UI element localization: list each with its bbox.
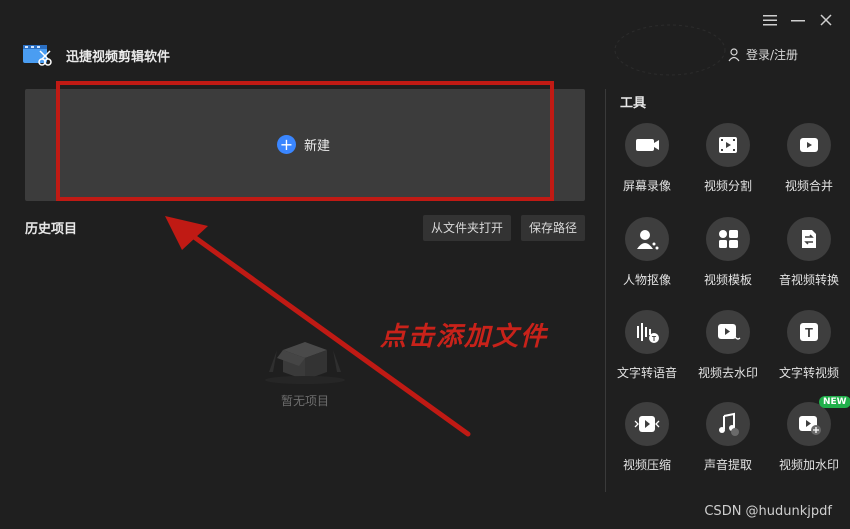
tools-title: 工具 (620, 96, 647, 111)
tool-label: 声音提取 (703, 458, 752, 472)
tool-video-compress[interactable]: 视频压缩 (607, 402, 687, 473)
person-cutout-icon (625, 217, 669, 261)
app-logo-icon (22, 42, 52, 68)
video-split-icon (706, 123, 750, 167)
new-badge: NEW (819, 396, 850, 408)
video-merge-icon (787, 123, 831, 167)
tool-label: 文字转视频 (778, 366, 839, 380)
text-to-video-icon: T (787, 310, 831, 354)
minimize-icon[interactable] (790, 12, 806, 28)
login-label: 登录/注册 (746, 48, 799, 62)
svg-text:T: T (652, 336, 657, 343)
tool-label: 视频分割 (703, 179, 752, 193)
login-button[interactable]: 登录/注册 (728, 46, 798, 63)
text-to-speech-icon: T (625, 310, 669, 354)
av-convert-icon (787, 217, 831, 261)
brand: 迅捷视频剪辑软件 (22, 42, 170, 68)
add-watermark-icon (787, 402, 831, 446)
decorative-ring (614, 24, 726, 76)
history-title: 历史项目 (25, 222, 78, 237)
annotation-text: 点击添加文件 (380, 322, 549, 352)
save-path-button[interactable]: 保存路径 (521, 215, 586, 241)
screen-record-icon (625, 123, 669, 167)
user-icon (728, 47, 740, 61)
empty-state: 暂无项目 (255, 328, 355, 408)
panel-divider (605, 89, 606, 492)
tool-add-watermark[interactable]: NEW 视频加水印 (769, 396, 850, 473)
tool-label: 视频模板 (703, 273, 752, 287)
empty-text: 暂无项目 (280, 394, 329, 408)
plus-icon: + (277, 135, 296, 154)
tool-label: 人物抠像 (622, 273, 671, 287)
tool-remove-watermark[interactable]: 视频去水印 (688, 310, 768, 381)
hamburger-icon[interactable] (762, 12, 778, 28)
video-compress-icon (625, 402, 669, 446)
svg-text:T: T (805, 325, 813, 340)
video-template-icon (706, 217, 750, 261)
tool-screen-record[interactable]: 屏幕录像 (607, 123, 687, 194)
window-controls (762, 12, 834, 28)
tool-label: 文字转语音 (616, 366, 677, 380)
tool-label: 视频加水印 (778, 458, 839, 472)
tool-person-cutout[interactable]: 人物抠像 (607, 217, 687, 288)
app-title: 迅捷视频剪辑软件 (66, 49, 171, 65)
tool-label: 视频压缩 (622, 458, 671, 472)
open-from-folder-button[interactable]: 从文件夹打开 (423, 215, 512, 241)
tool-video-split[interactable]: 视频分割 (688, 123, 768, 194)
tool-text-to-video[interactable]: T 文字转视频 (769, 310, 849, 381)
tool-label: 屏幕录像 (622, 179, 671, 193)
tool-label: 视频去水印 (697, 366, 758, 380)
new-project-button[interactable]: + 新建 (277, 135, 330, 154)
tool-text-to-speech[interactable]: T 文字转语音 (607, 310, 687, 381)
new-project-label: 新建 (304, 139, 331, 154)
tool-label: 音视频转换 (778, 273, 839, 287)
tool-video-template[interactable]: 视频模板 (688, 217, 768, 288)
tool-av-convert[interactable]: 音视频转换 (769, 217, 849, 288)
empty-box-icon (265, 342, 345, 384)
tool-video-merge[interactable]: 视频合并 (769, 123, 849, 194)
tool-label: 视频合并 (784, 179, 833, 193)
watermark-text: CSDN @hudunkjpdf (704, 504, 832, 519)
close-icon[interactable] (818, 12, 834, 28)
tool-audio-extract[interactable]: 声音提取 (688, 402, 768, 473)
audio-extract-icon (706, 402, 750, 446)
remove-watermark-icon (706, 310, 750, 354)
